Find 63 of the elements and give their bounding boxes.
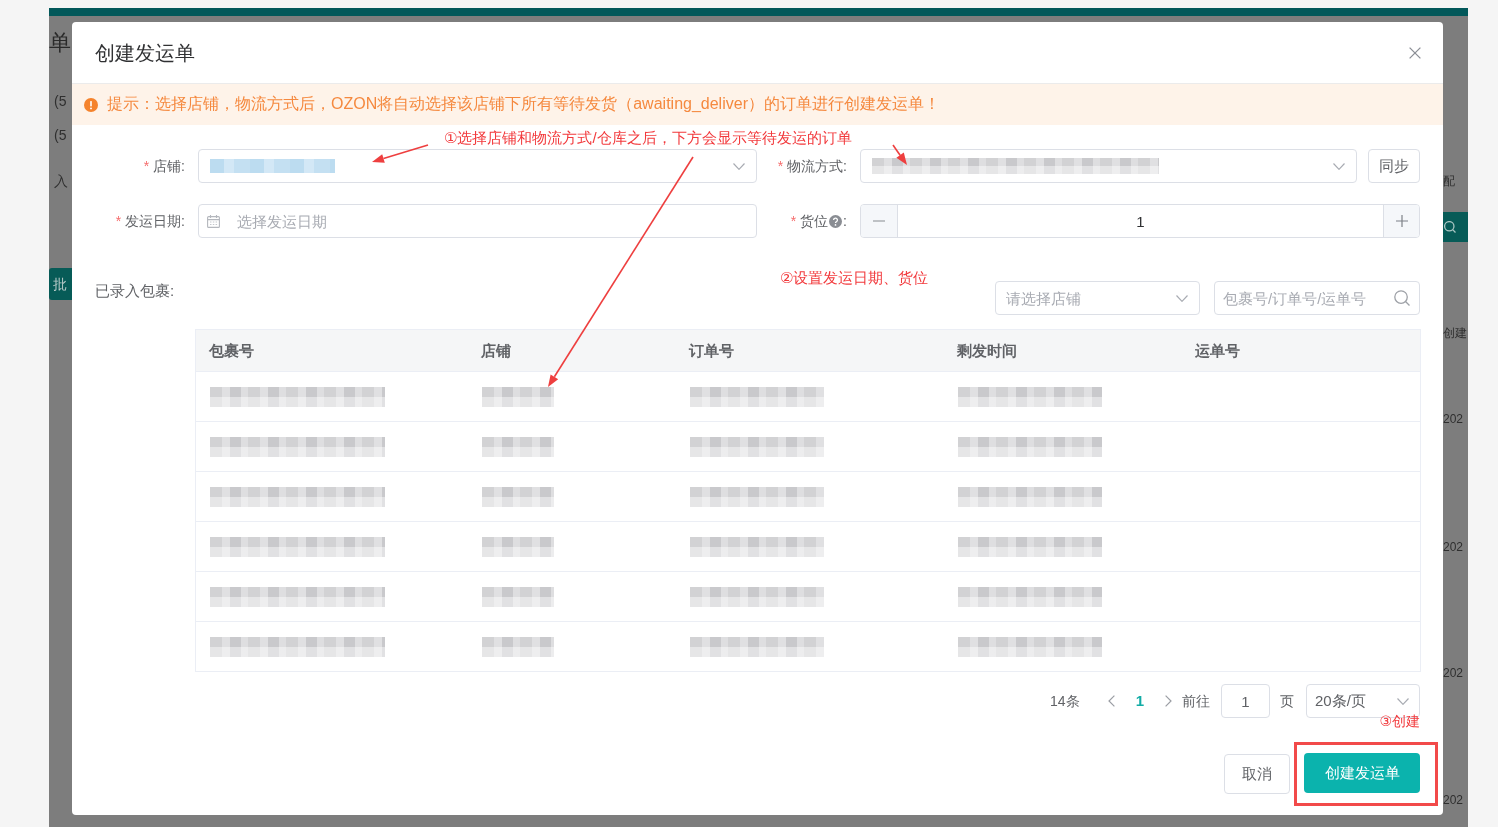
increase-button[interactable]: [1383, 205, 1419, 237]
column-header: 剩发时间: [943, 329, 1182, 372]
page-title: 单: [49, 30, 71, 56]
annotation-text: ①选择店铺和物流方式/仓库之后，下方会显示等待发运的订单: [444, 128, 852, 148]
select-input[interactable]: 请选择店铺: [1006, 282, 1170, 314]
caret-down-icon: [1176, 294, 1188, 302]
select-field[interactable]: [198, 149, 757, 183]
warning-icon: [84, 97, 98, 112]
cancel-button[interactable]: 取消: [1224, 754, 1290, 794]
number-input[interactable]: 1: [898, 205, 1383, 237]
section-label: 已录入包裹:: [95, 282, 175, 299]
page-text: (5: [53, 92, 67, 110]
page-text: 配: [1443, 173, 1455, 190]
page-unit-label: 页: [1280, 691, 1294, 711]
column-header: 运单号: [1181, 329, 1421, 372]
minus-icon: [873, 220, 885, 222]
search-icon[interactable]: [1394, 290, 1410, 306]
annotation-text: ②设置发运日期、货位: [780, 268, 929, 288]
caret-down-icon: [1397, 697, 1409, 705]
search-input[interactable]: 包裹号/订单号/运单号: [1223, 282, 1388, 314]
page-text: 202: [1443, 539, 1464, 556]
field-label: 货位: [800, 211, 829, 231]
required-mark: *: [790, 211, 797, 231]
page-text: 入: [53, 172, 68, 190]
page-text: (5: [53, 126, 67, 144]
select-field[interactable]: [860, 149, 1357, 183]
column-header: 包裹号: [195, 329, 468, 372]
page-text: 202: [1443, 411, 1464, 428]
field-label: 店铺:: [153, 156, 185, 176]
alert-text: 提示：选择店铺，物流方式后，OZON将自动选择该店铺下所有等待发货（awaiting_deliver）的订单进行创建发运单！: [107, 94, 940, 115]
search-button[interactable]: [1443, 212, 1468, 242]
store-filter-select[interactable]: 请选择店铺: [995, 281, 1200, 315]
page-text: 创建: [1443, 325, 1467, 342]
page-input[interactable]: 1: [1221, 684, 1270, 718]
column-header: 店铺: [467, 329, 676, 372]
goto-label: 前往: [1182, 691, 1210, 711]
search-field[interactable]: 包裹号/订单号/运单号: [1214, 281, 1420, 315]
dialog-title: 创建发运单: [95, 40, 195, 66]
number-stepper[interactable]: 1: [860, 204, 1420, 238]
field-label: 发运日期:: [125, 211, 185, 231]
required-mark: *: [115, 211, 122, 231]
annotation-arrow: [372, 144, 429, 163]
caret-down-icon: [1333, 162, 1345, 170]
chevron-right-icon[interactable]: [1165, 695, 1172, 707]
help-icon[interactable]: [829, 214, 843, 228]
required-mark: *: [777, 156, 784, 176]
close-icon[interactable]: [1409, 46, 1421, 59]
search-icon[interactable]: [1444, 221, 1456, 233]
total-count: 14条: [1050, 691, 1080, 711]
label-colon: :: [843, 211, 847, 231]
toolbar-button[interactable]: 批: [49, 268, 72, 300]
page-text: 202: [1443, 792, 1464, 809]
field-label: 物流方式:: [787, 156, 847, 176]
page-text: 202: [1443, 665, 1464, 682]
decrease-button[interactable]: [861, 205, 898, 237]
required-mark: *: [143, 156, 150, 176]
annotation-arrow: [892, 144, 907, 165]
plus-icon: [1395, 215, 1408, 227]
calendar-icon: [207, 214, 220, 228]
sync-button[interactable]: 同步: [1368, 149, 1420, 183]
caret-down-icon: [733, 162, 745, 170]
column-header: 订单号: [675, 329, 944, 372]
chevron-left-icon[interactable]: [1107, 695, 1115, 707]
